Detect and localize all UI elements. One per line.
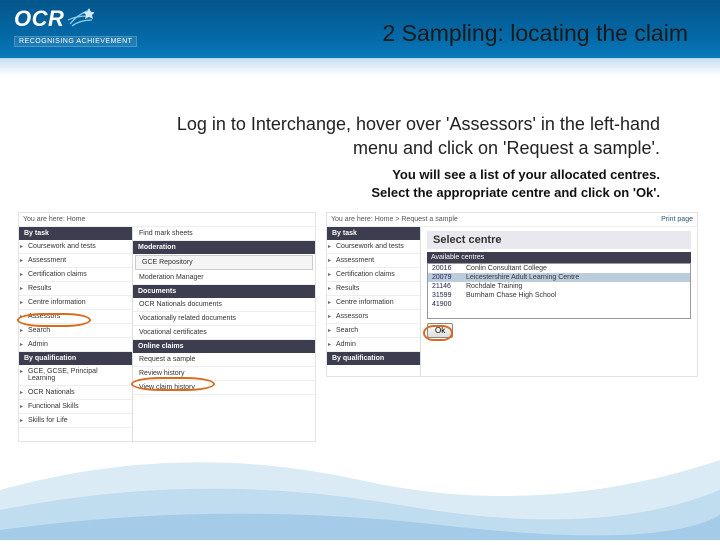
sidebar-item-assessors[interactable]: Assessors bbox=[19, 310, 132, 324]
centre-listbox[interactable]: 20016Conlin Consultant College 20079Leic… bbox=[427, 263, 691, 319]
slide-title: 2 Sampling: locating the claim bbox=[382, 20, 688, 47]
section-documents: Documents bbox=[133, 285, 315, 298]
sidebar-item-skills[interactable]: Skills for Life bbox=[19, 414, 132, 428]
divider-swoosh bbox=[0, 58, 720, 76]
sidebar-item-admin[interactable]: Admin bbox=[19, 338, 132, 352]
right-sidebar: By task Coursework and tests Assessment … bbox=[327, 227, 421, 376]
sidebar-item-assessment[interactable]: Assessment bbox=[19, 254, 132, 268]
flyout-item-voccerts[interactable]: Vocational certificates bbox=[133, 326, 315, 340]
panel-title: Select centre bbox=[427, 231, 691, 249]
brand-tagline: RECOGNISING ACHIEVEMENT bbox=[14, 36, 137, 47]
r-item-admin[interactable]: Admin bbox=[327, 338, 420, 352]
list-item: 21146Rochdale Training bbox=[428, 282, 690, 291]
print-link[interactable]: Print page bbox=[661, 216, 693, 223]
sidebar-item-nationals[interactable]: OCR Nationals bbox=[19, 386, 132, 400]
flyout-item-view-claim[interactable]: View claim history bbox=[133, 381, 315, 395]
r-section-by-qual: By qualification bbox=[327, 352, 420, 365]
flyout-item-natdocs[interactable]: OCR Nationals documents bbox=[133, 298, 315, 312]
section-by-task: By task bbox=[19, 227, 132, 240]
r-item-assessors[interactable]: Assessors bbox=[327, 310, 420, 324]
section-online-claims: Online claims bbox=[133, 340, 315, 353]
section-moderation: Moderation bbox=[133, 241, 315, 254]
r-item-centre-info[interactable]: Centre information bbox=[327, 296, 420, 310]
flyout-item-modmanager[interactable]: Moderation Manager bbox=[133, 271, 315, 285]
sub-instructions: You will see a list of your allocated ce… bbox=[260, 166, 660, 201]
flyout-item-vocdocs[interactable]: Vocationally related documents bbox=[133, 312, 315, 326]
r-item-assessment[interactable]: Assessment bbox=[327, 254, 420, 268]
r-item-search[interactable]: Search bbox=[327, 324, 420, 338]
star-icon bbox=[66, 6, 94, 34]
list-item: 20016Conlin Consultant College bbox=[428, 264, 690, 273]
sidebar-item-certification[interactable]: Certification claims bbox=[19, 268, 132, 282]
left-sidebar: By task Coursework and tests Assessment … bbox=[19, 227, 133, 441]
screenshot-left: You are here: Home By task Coursework an… bbox=[18, 212, 316, 442]
screenshot-right: You are here: Home > Request a sample Pr… bbox=[326, 212, 698, 377]
sidebar-item-gce[interactable]: GCE, GCSE, Principal Learning bbox=[19, 365, 132, 386]
brand-logo: OCR RECOGNISING ACHIEVEMENT bbox=[14, 6, 137, 47]
section-by-qual: By qualification bbox=[19, 352, 132, 365]
list-item: 20079Leicestershire Adult Learning Centr… bbox=[428, 273, 690, 282]
flyout-item-repository[interactable]: GCE Repository bbox=[135, 255, 313, 270]
available-label: Available centres bbox=[427, 252, 691, 263]
breadcrumb-text: You are here: Home > Request a sample bbox=[331, 216, 458, 223]
select-centre-panel: Select centre Available centres 20016Con… bbox=[421, 227, 697, 376]
breadcrumb: You are here: Home bbox=[19, 213, 315, 227]
sidebar-item-coursework[interactable]: Coursework and tests bbox=[19, 240, 132, 254]
sidebar-item-results[interactable]: Results bbox=[19, 282, 132, 296]
flyout-item-marksheets[interactable]: Find mark sheets bbox=[133, 227, 315, 241]
brand-name: OCR bbox=[14, 6, 64, 32]
r-section-by-task: By task bbox=[327, 227, 420, 240]
breadcrumb-right: You are here: Home > Request a sample Pr… bbox=[327, 213, 697, 227]
ok-button[interactable]: Ok bbox=[427, 323, 453, 338]
r-item-certification[interactable]: Certification claims bbox=[327, 268, 420, 282]
r-item-results[interactable]: Results bbox=[327, 282, 420, 296]
list-item: 31599Burnham Chase High School bbox=[428, 291, 690, 300]
flyout-item-request-sample[interactable]: Request a sample bbox=[133, 353, 315, 367]
r-item-coursework[interactable]: Coursework and tests bbox=[327, 240, 420, 254]
sub-line-2: Select the appropriate centre and click … bbox=[371, 185, 660, 200]
flyout-item-review-history[interactable]: Review history bbox=[133, 367, 315, 381]
sidebar-item-functional[interactable]: Functional Skills bbox=[19, 400, 132, 414]
sub-line-1: You will see a list of your allocated ce… bbox=[392, 167, 660, 182]
left-flyout: Find mark sheets Moderation GCE Reposito… bbox=[133, 227, 315, 441]
sidebar-item-centre-info[interactable]: Centre information bbox=[19, 296, 132, 310]
list-item: 41900 bbox=[428, 300, 690, 309]
sidebar-item-search[interactable]: Search bbox=[19, 324, 132, 338]
instruction-text: Log in to Interchange, hover over 'Asses… bbox=[150, 112, 660, 161]
